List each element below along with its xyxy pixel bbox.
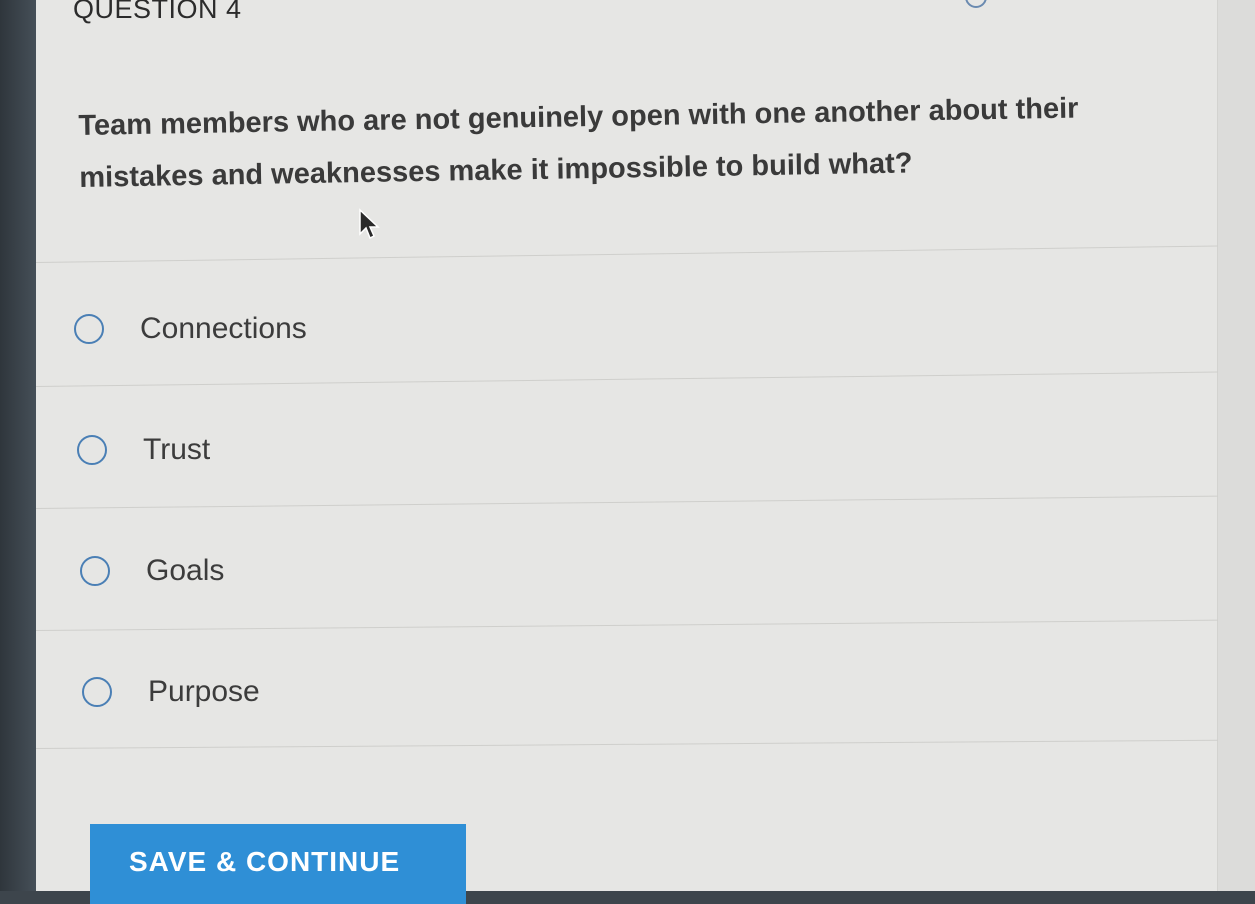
mouse-cursor-icon	[359, 208, 380, 240]
option-connections[interactable]: Connections	[74, 312, 307, 346]
radio-button[interactable]	[77, 435, 107, 465]
right-margin	[1218, 0, 1255, 891]
option-goals[interactable]: Goals	[80, 554, 224, 588]
question-prompt: Team members who are not genuinely open …	[78, 92, 1079, 194]
divider	[35, 619, 1218, 631]
option-label: Connections	[140, 312, 307, 345]
radio-button[interactable]	[82, 677, 112, 707]
mark-for-review-radio[interactable]	[965, 0, 987, 8]
divider	[35, 371, 1218, 387]
question-number: QUESTION 4	[73, 0, 242, 24]
option-purpose[interactable]: Purpose	[82, 675, 260, 709]
divider	[35, 739, 1218, 749]
save-continue-button[interactable]: SAVE & CONTINUE	[90, 824, 466, 904]
screen-bezel	[0, 0, 40, 891]
radio-button[interactable]	[80, 556, 110, 586]
question-panel: QUESTION 4 Team members who are not genu…	[35, 0, 1218, 904]
option-label: Goals	[146, 554, 225, 587]
divider	[35, 495, 1218, 509]
option-label: Purpose	[148, 675, 260, 708]
option-trust[interactable]: Trust	[77, 433, 210, 467]
option-label: Trust	[143, 433, 211, 466]
divider	[35, 245, 1218, 263]
radio-button[interactable]	[74, 314, 104, 344]
